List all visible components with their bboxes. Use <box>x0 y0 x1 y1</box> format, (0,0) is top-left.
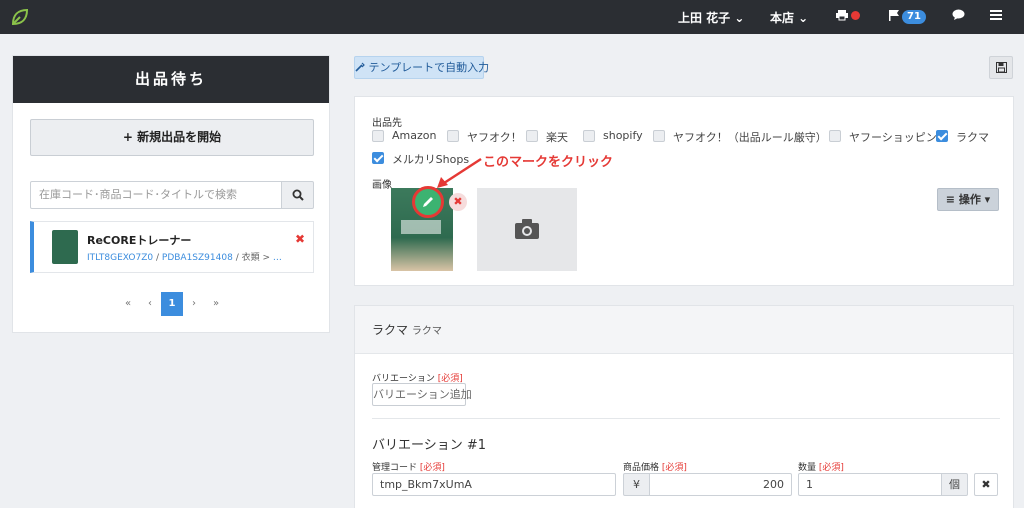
pending-heading: 出品待ち <box>13 56 329 103</box>
delete-image-icon[interactable]: ✖ <box>449 193 467 211</box>
photo-print-graphic <box>401 220 441 234</box>
save-button[interactable] <box>989 56 1013 79</box>
chat-bubble-icon <box>952 9 965 20</box>
printer-icon <box>836 10 848 21</box>
search-icon <box>292 189 304 201</box>
template-autofill-label: テンプレートで自動入力 <box>368 61 490 74</box>
channel-checkbox-yahoo-shopping[interactable] <box>829 130 841 142</box>
channel-checkbox-yahoo-auction-strict[interactable] <box>653 130 665 142</box>
channel-label-shopify: shopify <box>603 129 643 142</box>
pager-first[interactable]: « <box>117 292 139 316</box>
flag-icon <box>889 10 899 21</box>
store-menu[interactable]: 本店 ⌄ <box>770 9 808 26</box>
operations-dropdown-button[interactable]: ≡ 操作 ▾ <box>937 188 999 211</box>
add-variation-button[interactable]: バリエーション追加 <box>372 383 472 406</box>
pager-next[interactable]: › <box>183 292 205 316</box>
channel-label-rakuten: 楽天 <box>546 131 568 144</box>
channel-checkbox-rakuma[interactable] <box>936 130 948 142</box>
search-button[interactable] <box>281 181 314 209</box>
quantity-unit-addon: 個 <box>941 473 968 496</box>
channel-label-yahoo-shopping: ヤフーショッピング <box>849 131 948 144</box>
flag-button[interactable]: 71 <box>888 9 926 24</box>
camera-icon <box>515 219 539 239</box>
printer-button[interactable] <box>836 9 860 23</box>
hamburger-icon <box>990 10 1002 20</box>
item-stock-code-link[interactable]: ITLT8GEXO7Z0 <box>87 253 153 263</box>
currency-addon: ¥ <box>623 473 650 496</box>
pager-page-1[interactable]: 1 <box>161 292 183 316</box>
quantity-label: 数量 [必須] <box>798 463 844 473</box>
template-autofill-button[interactable]: テンプレートで自動入力 <box>354 56 489 79</box>
add-photo-button[interactable] <box>477 188 577 271</box>
flag-count-badge: 71 <box>902 10 926 24</box>
rakuma-subtitle: ラクマ <box>411 326 442 337</box>
search-input[interactable]: 在庫コード･商品コード･タイトルで検索 <box>30 181 282 209</box>
quantity-input[interactable]: 1 <box>798 473 942 496</box>
pager-last[interactable]: » <box>205 292 227 316</box>
pencil-icon <box>423 197 433 207</box>
rakuma-title: ラクマ <box>372 323 409 337</box>
start-new-listing-button[interactable]: + 新規出品を開始 <box>30 119 314 156</box>
item-product-code-link[interactable]: PDBA1SZ91408 <box>162 253 233 263</box>
rakuma-header: ラクマ ラクマ <box>355 306 1013 354</box>
image-label: 画像 <box>372 180 392 191</box>
leaf-logo-icon[interactable] <box>10 7 30 27</box>
pager-prev[interactable]: ‹ <box>139 292 161 316</box>
chat-button[interactable] <box>952 9 965 23</box>
top-bar: 上田 花子 ⌄ 本店 ⌄ 71 <box>0 0 1024 34</box>
listing-destination-panel: 出品先 Amazon ヤフオク！ 楽天 shopify ヤフオク！（出品ルール厳… <box>354 96 1014 286</box>
remove-variation-button[interactable]: ✖ <box>974 473 998 496</box>
item-category: / 衣類 > メン... <box>235 253 283 263</box>
channel-checkbox-rakuten[interactable] <box>526 130 538 142</box>
item-codes: ITLT8GEXO7Z0 / PDBA1SZ91408 / 衣類 > メン... <box>87 250 283 263</box>
channel-checkbox-mercari-shops[interactable] <box>372 152 384 164</box>
channel-checkbox-yahoo-auction[interactable] <box>447 130 459 142</box>
magic-wand-icon <box>355 62 365 72</box>
divider <box>372 418 1000 419</box>
rakuma-panel: ラクマ ラクマ バリエーション [必須] バリエーション追加 バリエーション #… <box>354 305 1014 508</box>
pending-listings-panel: 出品待ち + 新規出品を開始 在庫コード･商品コード･タイトルで検索 ReCOR… <box>12 55 330 333</box>
floppy-disk-icon <box>996 62 1007 73</box>
channel-label-rakuma: ラクマ <box>956 131 989 144</box>
item-title[interactable]: ReCOREトレーナー <box>87 232 191 248</box>
channel-checkbox-amazon[interactable] <box>372 130 384 142</box>
price-label: 商品価格 [必須] <box>623 463 687 473</box>
variation-title: バリエーション #1 <box>372 438 487 453</box>
click-instruction-annotation: このマークをクリック <box>483 155 614 170</box>
user-menu[interactable]: 上田 花子 ⌄ <box>678 9 744 26</box>
remove-item-icon[interactable]: ✖ <box>295 232 305 246</box>
item-thumbnail <box>52 230 78 264</box>
hamburger-menu-button[interactable] <box>990 9 1002 23</box>
destination-label: 出品先 <box>372 118 402 129</box>
channel-checkbox-shopify[interactable] <box>583 130 595 142</box>
printer-status-dot <box>851 11 860 20</box>
channel-label-yahoo-auction-strict: ヤフオク！（出品ルール厳守） <box>673 131 827 144</box>
channel-label-yahoo-auction: ヤフオク！ <box>467 131 522 144</box>
price-input[interactable]: 200 <box>649 473 792 496</box>
channel-label-amazon: Amazon <box>392 129 437 142</box>
list-item[interactable]: ReCOREトレーナー ITLT8GEXO7Z0 / PDBA1SZ91408 … <box>30 221 314 273</box>
management-code-input[interactable]: tmp_Bkm7xUmA <box>372 473 616 496</box>
code-label: 管理コード [必須] <box>372 463 445 473</box>
annotation-arrow-icon <box>437 157 482 188</box>
